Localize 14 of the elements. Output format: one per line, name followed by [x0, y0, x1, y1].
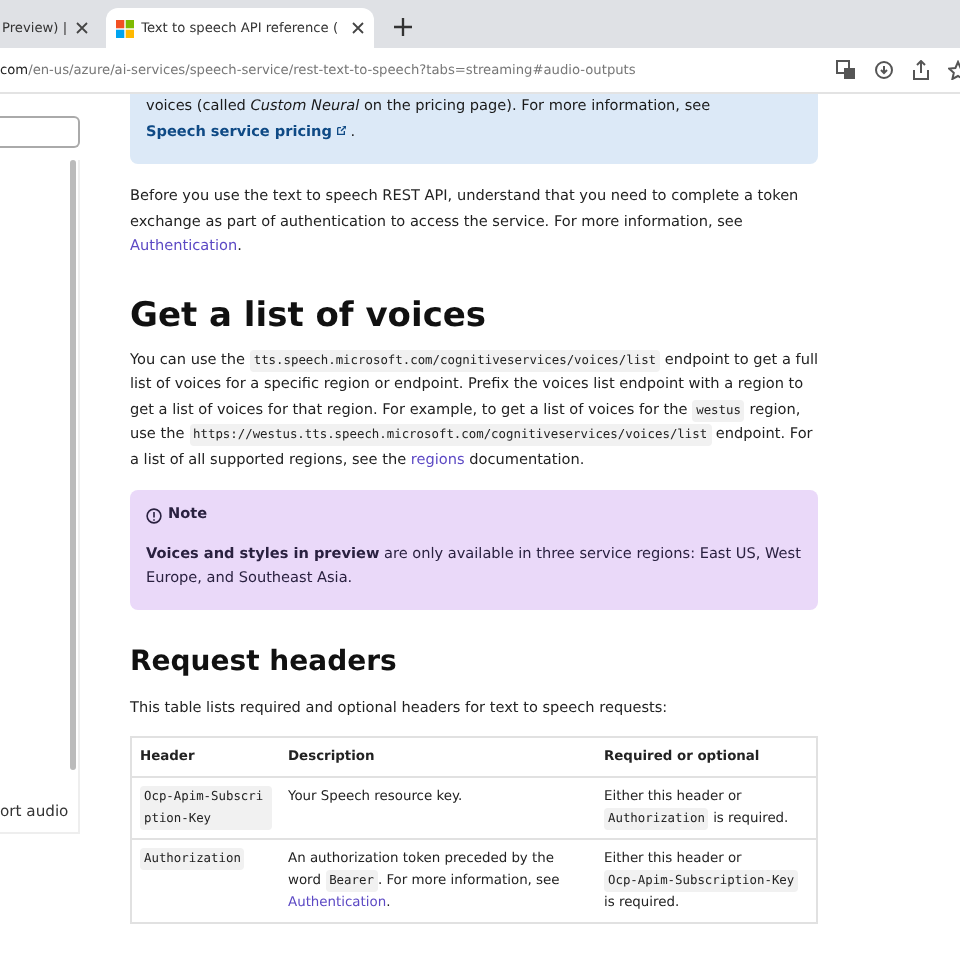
close-icon[interactable] [75, 22, 88, 34]
external-link-icon [335, 125, 346, 135]
section-heading: Request headers [130, 645, 399, 680]
star-icon[interactable] [948, 60, 960, 80]
search-field[interactable] [0, 116, 80, 148]
close-icon[interactable] [351, 22, 364, 34]
scrollbar-thumb[interactable] [70, 160, 76, 770]
new-tab-icon[interactable] [393, 18, 412, 36]
translate-icon[interactable] [836, 60, 856, 80]
info-icon [146, 507, 162, 524]
section-heading: Get a list of voices [130, 295, 489, 336]
download-icon[interactable] [874, 60, 894, 80]
logo-icon [115, 19, 134, 37]
share-icon[interactable] [912, 60, 930, 80]
